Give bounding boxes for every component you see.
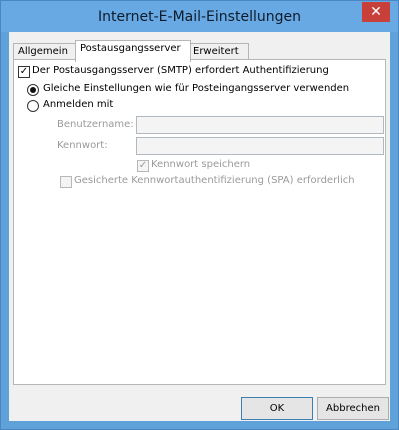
login-label: Anmelden mit <box>43 99 114 110</box>
same-settings-label: Gleiche Einstellungen wie für Posteingan… <box>43 83 350 94</box>
window-title: Internet-E-Mail-Einstellungen <box>98 9 301 25</box>
dialog-content: Allgemein Postausgangsserver Erweitert ✓… <box>9 32 390 421</box>
login-radio[interactable] <box>27 100 39 112</box>
spa-checkbox[interactable] <box>60 176 72 188</box>
tab-panel: ✓ Der Postausgangsserver (SMTP) erforder… <box>13 59 386 385</box>
close-button[interactable]: ✕ <box>362 2 390 22</box>
smtp-auth-label: Der Postausgangsserver (SMTP) erfordert … <box>32 65 329 76</box>
tab-postausgangsserver[interactable]: Postausgangsserver <box>75 40 191 62</box>
same-settings-radio[interactable] <box>27 84 39 96</box>
dialog-window: Internet-E-Mail-Einstellungen ✕ Allgemei… <box>0 0 399 430</box>
username-field[interactable] <box>136 116 384 134</box>
smtp-auth-checkbox[interactable]: ✓ <box>18 66 30 78</box>
cancel-button[interactable]: Abbrechen <box>317 397 389 420</box>
password-label: Kennwort: <box>57 140 108 151</box>
password-field[interactable] <box>136 137 384 155</box>
save-password-label: Kennwort speichern <box>151 159 251 170</box>
save-password-checkbox[interactable]: ✓ <box>137 160 149 172</box>
spa-label: Gesicherte Kennwortauthentifizierung (SP… <box>74 175 355 186</box>
ok-button[interactable]: OK <box>241 397 313 420</box>
username-label: Benutzername: <box>57 119 134 130</box>
title-bar[interactable]: Internet-E-Mail-Einstellungen ✕ <box>1 1 398 32</box>
